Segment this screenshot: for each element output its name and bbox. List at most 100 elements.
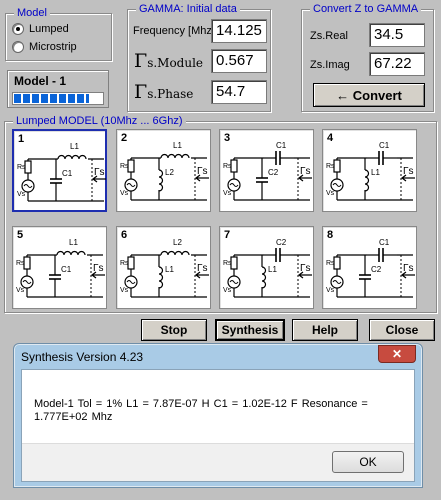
rs-label: Rs [120, 163, 129, 170]
shunt-element-label: L1 [165, 265, 174, 274]
model-card-number: 3 [224, 132, 231, 144]
gamma-s-label: Γs [197, 166, 208, 177]
zimag-input[interactable]: 67.22 [369, 52, 425, 76]
shunt-element-label: C1 [62, 169, 73, 178]
series-gap [264, 150, 294, 164]
resistor-rs [230, 256, 238, 270]
rs-label: Rs [223, 163, 232, 170]
series-element-label: C1 [276, 141, 287, 150]
series-element-label: C1 [379, 238, 390, 247]
gamma-phase-symbol: Γ [134, 81, 148, 103]
series-element-label: L1 [69, 238, 78, 247]
dialog-body: Model-1 Tol = 1% L1 = 7.87E-07 H C1 = 1.… [21, 369, 415, 482]
resistor-rs [333, 256, 341, 270]
resistor-rs [23, 256, 31, 270]
radio-lumped-label: Lumped [29, 23, 69, 35]
gamma-s-label: Γs [403, 166, 414, 177]
vs-label: Vs [120, 190, 129, 197]
synthesis-dialog: Synthesis Version 4.23 ✕ Model-1 Tol = 1… [13, 343, 423, 488]
help-button[interactable]: Help [292, 319, 358, 341]
schematic-8: C1 C2 Γs Rs Vs [326, 238, 415, 298]
frequency-input[interactable]: 14.125 [211, 19, 267, 43]
shunt-element-label: C1 [61, 265, 72, 274]
model-group: Model Lumped Microstrip [5, 7, 112, 61]
dialog-footer: OK [22, 443, 414, 481]
dialog-close-icon[interactable]: ✕ [378, 345, 416, 363]
synthesis-button[interactable]: Synthesis [215, 319, 285, 341]
rs-label: Rs [16, 260, 25, 267]
progress-bar-fill [14, 94, 89, 103]
rs-label: Rs [223, 260, 232, 267]
series-gap [58, 151, 88, 165]
lumped-model-title: Lumped MODEL (10Mhz ... 6Ghz) [13, 115, 186, 128]
progress-bar [12, 92, 104, 105]
radio-lumped[interactable]: Lumped [12, 23, 69, 35]
ok-button[interactable]: OK [332, 451, 404, 473]
series-element-label: L1 [70, 142, 79, 151]
model-status-label: Model - 1 [14, 74, 67, 88]
series-gap [57, 247, 87, 261]
gamma-group: GAMMA: Initial data Frequency [Mhz] 14.1… [127, 3, 271, 112]
series-element-label: C2 [276, 238, 287, 247]
schematic-4: C1 L1 Γs Rs Vs [326, 141, 415, 201]
schematic-7: C2 L1 Γs Rs Vs [223, 238, 312, 298]
gamma-s-label: Γs [403, 263, 414, 274]
model-card-7[interactable]: C2 L1 Γs Rs Vs 7 [219, 226, 314, 309]
model-card-5[interactable]: L1 C1 Γs Rs Vs 5 [12, 226, 107, 309]
model-card-4[interactable]: C1 L1 Γs Rs Vs 4 [322, 129, 417, 212]
model-card-6[interactable]: L2 L1 Γs Rs Vs 6 [116, 226, 211, 309]
radio-lumped-dot[interactable] [12, 23, 24, 35]
shunt-element-label: L1 [268, 265, 277, 274]
model-card-2[interactable]: L1 L2 Γs Rs Vs 2 [116, 129, 211, 212]
shunt-element-label: C2 [371, 265, 382, 274]
module-input[interactable]: 0.567 [211, 49, 267, 73]
shunt-element-label: L1 [371, 168, 380, 177]
resistor-rs [24, 160, 32, 174]
module-label-sub: s.Module [147, 56, 204, 70]
series-gap [161, 150, 191, 164]
zreal-input[interactable]: 34.5 [369, 23, 425, 47]
gamma-s-label: Γs [300, 166, 311, 177]
model-card-number: 4 [327, 132, 334, 144]
schematic-2: L1 L2 Γs Rs Vs [120, 141, 209, 201]
phase-label: Γs.Phase [134, 81, 193, 103]
series-gap [264, 247, 294, 261]
schematic-3: C1 C2 Γs Rs Vs [223, 141, 312, 201]
frequency-label: Frequency [Mhz] [133, 25, 215, 37]
vs-label: Vs [223, 190, 232, 197]
gamma-group-title: GAMMA: Initial data [136, 3, 240, 16]
stop-button[interactable]: Stop [141, 319, 207, 341]
phase-label-sub: s.Phase [147, 87, 194, 101]
close-button[interactable]: Close [369, 319, 435, 341]
model-card-number: 6 [121, 229, 128, 241]
shunt-element-label: C2 [268, 168, 279, 177]
dialog-message: Model-1 Tol = 1% L1 = 7.87E-07 H C1 = 1.… [34, 398, 368, 423]
schematic-5: L1 C1 Γs Rs Vs [16, 238, 105, 298]
shunt-gap [153, 170, 165, 190]
resistor-rs [127, 159, 135, 173]
shunt-gap [256, 267, 268, 287]
zreal-label: Zs.Real [310, 30, 348, 42]
convert-group: Convert Z to GAMMA Zs.Real 34.5 Zs.Imag … [301, 3, 434, 112]
module-label: Γs.Module [134, 50, 203, 72]
model-status-box: Model - 1 [7, 70, 109, 108]
radio-microstrip-dot[interactable] [12, 41, 24, 53]
phase-input[interactable]: 54.7 [211, 80, 267, 104]
model-card-number: 7 [224, 229, 231, 241]
rs-label: Rs [326, 260, 335, 267]
schematic-1: L1 C1 Γs Rs Vs [17, 142, 106, 202]
series-gap [367, 247, 397, 261]
model-card-1[interactable]: L1 C1 Γs Rs Vs 1 [12, 129, 107, 212]
radio-microstrip-label: Microstrip [29, 41, 77, 53]
model-group-title: Model [14, 7, 50, 20]
radio-microstrip[interactable]: Microstrip [12, 41, 77, 53]
model-card-8[interactable]: C1 C2 Γs Rs Vs 8 [322, 226, 417, 309]
rs-label: Rs [17, 164, 26, 171]
shunt-element-label: L2 [165, 168, 174, 177]
resistor-rs [230, 159, 238, 173]
vs-label: Vs [16, 287, 25, 294]
vs-label: Vs [223, 287, 232, 294]
model-card-3[interactable]: C1 C2 Γs Rs Vs 3 [219, 129, 314, 212]
convert-button[interactable]: ← Convert [313, 83, 425, 107]
vs-label: Vs [120, 287, 129, 294]
